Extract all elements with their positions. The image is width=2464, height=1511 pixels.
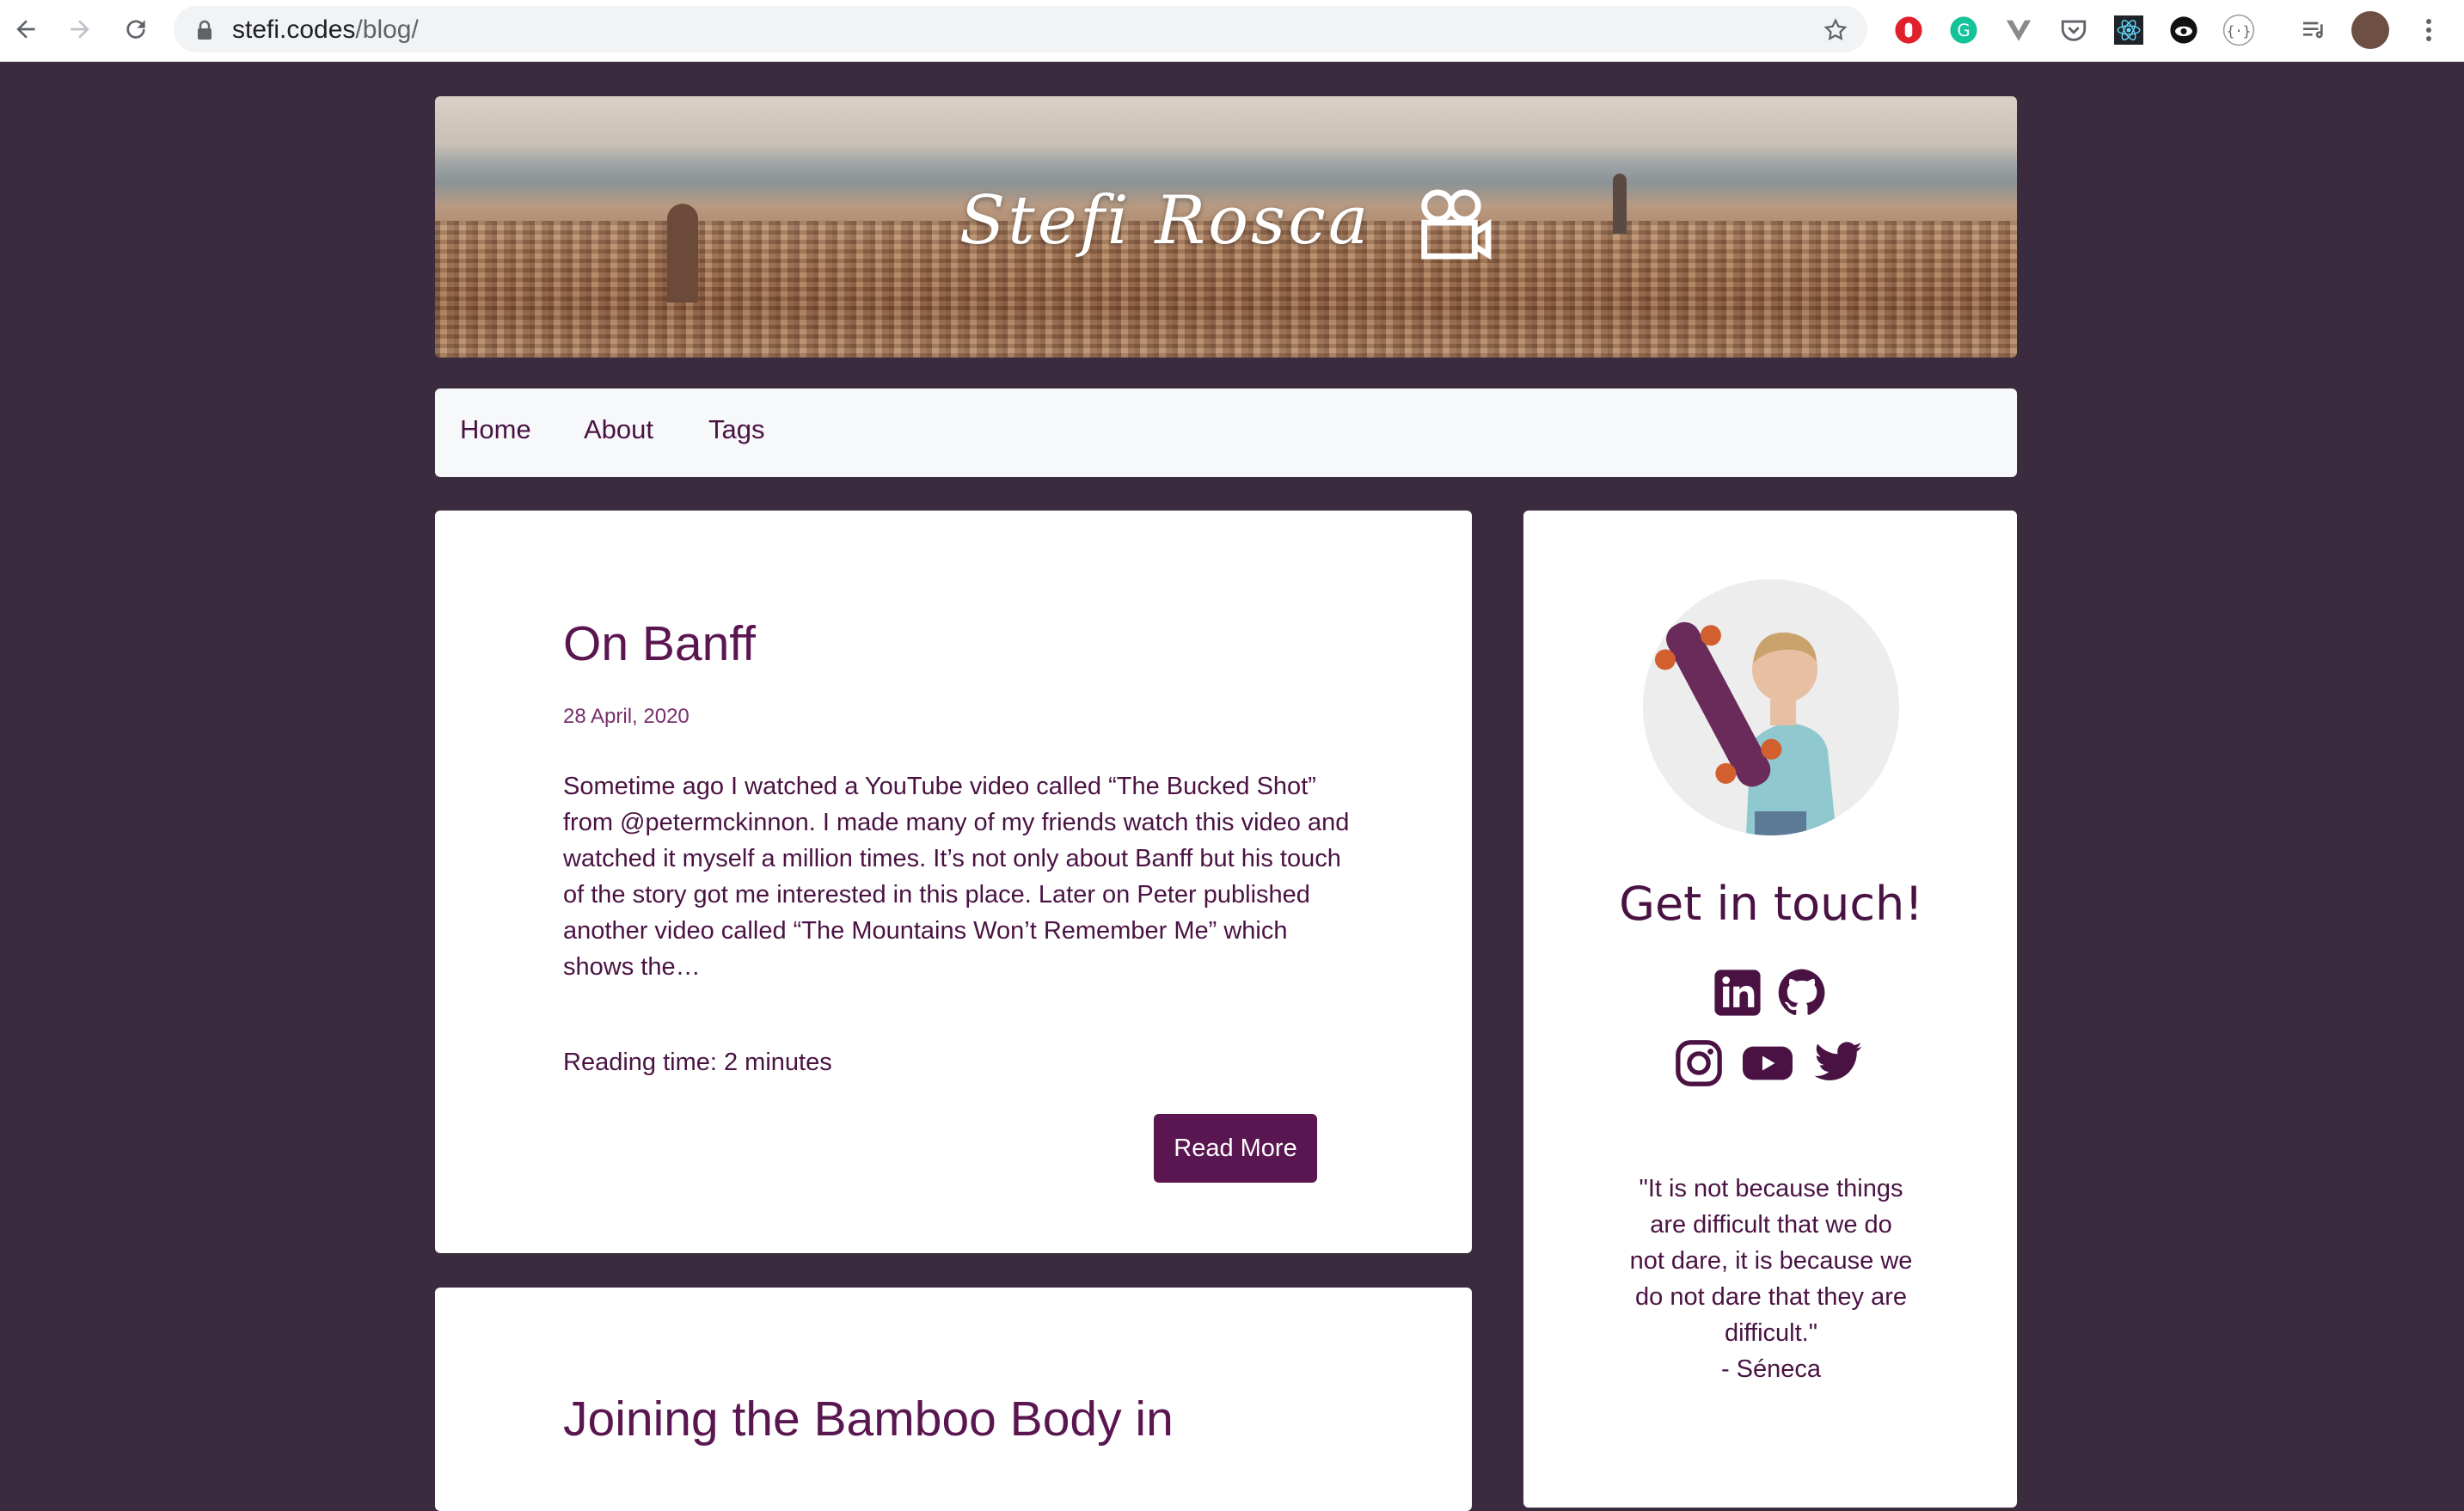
bookmark-star-icon[interactable] bbox=[1823, 17, 1848, 46]
url-text: stefi.codes/blog/ bbox=[232, 15, 419, 44]
quote-line: "It is not because things bbox=[1639, 1175, 1903, 1202]
lock-icon bbox=[196, 20, 213, 44]
more-menu-icon[interactable] bbox=[2412, 14, 2445, 46]
post-date: 28 April, 2020 bbox=[563, 705, 690, 728]
reading-list-icon[interactable] bbox=[2297, 14, 2330, 46]
linkedin-icon[interactable] bbox=[1710, 965, 1765, 1020]
quote-line: are difficult that we do bbox=[1650, 1211, 1892, 1239]
post-excerpt: Sometime ago I watched a YouTube video c… bbox=[563, 773, 1350, 981]
post-title-link[interactable]: Joining the Bamboo Body in bbox=[563, 1391, 1174, 1447]
quote-author: - Séneca bbox=[1720, 1355, 1822, 1383]
back-arrow-icon bbox=[16, 20, 35, 39]
forward-button[interactable] bbox=[63, 12, 97, 46]
profile-photo bbox=[1643, 579, 1899, 835]
profile-avatar[interactable] bbox=[2351, 11, 2389, 49]
get-in-touch-heading: Get in touch! bbox=[1619, 877, 1923, 931]
svg-text:G: G bbox=[1957, 21, 1970, 40]
instagram-icon[interactable] bbox=[1671, 1036, 1726, 1091]
code-extension-icon[interactable]: {·} bbox=[2222, 14, 2255, 46]
grammarly-extension-icon[interactable]: G bbox=[1947, 14, 1980, 46]
post-card: Joining the Bamboo Body in bbox=[435, 1288, 1472, 1511]
post-card: On Banff 28 April, 2020 Sometime ago I w… bbox=[435, 511, 1472, 1253]
quote-line: difficult." bbox=[1724, 1319, 1818, 1347]
privacy-extension-icon[interactable] bbox=[2167, 14, 2200, 46]
nav-home-link[interactable]: Home bbox=[460, 414, 531, 445]
github-icon[interactable] bbox=[1774, 965, 1830, 1020]
pocket-extension-icon[interactable] bbox=[2057, 14, 2090, 46]
youtube-icon[interactable] bbox=[1740, 1036, 1795, 1091]
adblock-extension-icon[interactable] bbox=[1892, 14, 1925, 46]
quote-line: not dare, it is because we bbox=[1629, 1247, 1913, 1275]
back-button[interactable] bbox=[9, 12, 43, 46]
header-banner[interactable]: Stefi Rosca bbox=[435, 96, 2017, 358]
post-title-link[interactable]: On Banff bbox=[563, 615, 756, 672]
browser-toolbar: stefi.codes/blog/ G {·} bbox=[0, 0, 2464, 62]
main-navigation: Home About Tags bbox=[435, 388, 2017, 477]
quote-block: "It is not because things are difficult … bbox=[1591, 1171, 1952, 1387]
address-bar[interactable]: stefi.codes/blog/ bbox=[174, 6, 1867, 52]
reload-icon bbox=[126, 20, 145, 39]
vue-extension-icon[interactable] bbox=[2002, 14, 2035, 46]
reading-time: Reading time: 2 minutes bbox=[563, 1049, 832, 1076]
react-devtools-extension-icon[interactable] bbox=[2112, 14, 2145, 46]
site-title: Stefi Rosca bbox=[435, 182, 2017, 263]
twitter-icon[interactable] bbox=[1811, 1036, 1866, 1091]
read-more-button[interactable]: Read More bbox=[1154, 1114, 1317, 1183]
nav-tags-link[interactable]: Tags bbox=[708, 414, 764, 445]
nav-about-link[interactable]: About bbox=[584, 414, 653, 445]
quote-line: do not dare that they are bbox=[1635, 1283, 1907, 1311]
forward-arrow-icon bbox=[70, 20, 89, 39]
svg-text:{·}: {·} bbox=[2227, 22, 2252, 39]
camera-icon bbox=[1421, 188, 1492, 260]
reload-button[interactable] bbox=[119, 12, 153, 46]
